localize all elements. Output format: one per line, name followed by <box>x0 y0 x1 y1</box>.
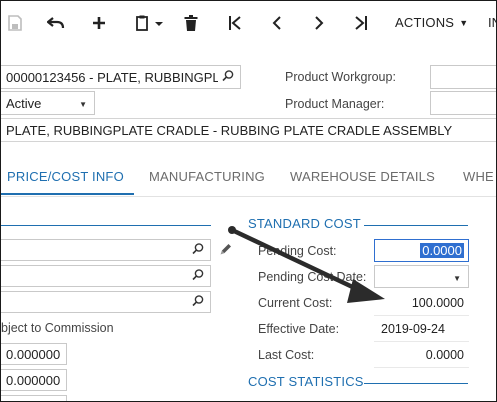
product-workgroup-label: Product Workgroup: <box>285 70 396 84</box>
pending-cost-date-input[interactable]: ▼ <box>374 265 469 288</box>
chevron-down-icon: ▼ <box>79 100 87 109</box>
product-workgroup-field[interactable] <box>430 65 496 89</box>
cost-statistics-title: COST STATISTICS <box>248 374 364 389</box>
toolbar: ACTIONS ▼ IN <box>1 1 496 45</box>
search-icon[interactable] <box>222 70 234 85</box>
effective-date-label: Effective Date: <box>258 322 340 336</box>
numeric-field-1[interactable]: 0.000000 <box>1 343 67 365</box>
inventory-id-field[interactable]: 00000123456 - PLATE, RUBBINGPLATE <box>1 65 241 89</box>
next-menu-partial[interactable]: IN <box>488 15 496 30</box>
search-icon[interactable] <box>192 269 204 284</box>
undo-icon[interactable] <box>45 11 67 35</box>
product-manager-label: Product Manager: <box>285 97 385 111</box>
chevron-down-icon: ▼ <box>459 18 469 28</box>
clipboard-icon[interactable] <box>131 11 167 35</box>
numeric-value-1: 0.000000 <box>6 347 61 362</box>
numeric-value-2: 0.000000 <box>6 373 61 388</box>
save-icon[interactable] <box>5 11 25 35</box>
chevron-down-icon[interactable]: ▼ <box>453 274 461 283</box>
status-value: Active <box>6 96 42 111</box>
left-section-divider <box>1 225 211 226</box>
lookup-field-3[interactable] <box>1 291 211 313</box>
active-tab-indicator <box>1 193 134 195</box>
last-cost-label: Last Cost: <box>258 348 315 362</box>
lookup-field-1[interactable] <box>1 239 211 261</box>
effective-date-value: 2019-09-24 <box>381 322 445 336</box>
tab-price-cost-info[interactable]: PRICE/COST INFO <box>7 169 124 184</box>
status-select[interactable]: Active ▼ <box>1 91 95 115</box>
next-icon[interactable] <box>309 11 329 35</box>
current-cost-value: 100.0000 <box>411 296 464 310</box>
lookup-field-2[interactable] <box>1 265 211 287</box>
pending-cost-value: 0.0000 <box>420 243 464 258</box>
tab-wh-partial[interactable]: WHE <box>463 169 494 184</box>
subject-to-commission-label: bject to Commission <box>1 321 114 335</box>
first-record-icon[interactable] <box>225 11 245 35</box>
previous-icon[interactable] <box>267 11 287 35</box>
app-window: ACTIONS ▼ IN 00000123456 - PLATE, RUBBING… <box>0 0 497 402</box>
tab-warehouse-details[interactable]: WAREHOUSE DETAILS <box>290 169 435 184</box>
tab-bar: PRICE/COST INFO MANUFACTURING WAREHOUSE … <box>1 156 496 197</box>
search-icon[interactable] <box>192 243 204 258</box>
standard-cost-divider <box>364 225 468 226</box>
last-record-icon[interactable] <box>351 11 371 35</box>
effective-date-underline <box>374 341 469 342</box>
description-value: PLATE, RUBBINGPLATE CRADLE - RUBBING PLA… <box>6 123 453 138</box>
product-manager-field[interactable] <box>430 91 496 115</box>
last-cost-underline <box>374 367 469 368</box>
trash-icon[interactable] <box>181 11 201 35</box>
description-field[interactable]: PLATE, RUBBINGPLATE CRADLE - RUBBING PLA… <box>1 118 496 142</box>
numeric-field-2[interactable]: 0.000000 <box>1 369 67 391</box>
search-icon[interactable] <box>192 295 204 310</box>
plus-icon[interactable] <box>89 11 109 35</box>
pending-cost-date-label: Pending Cost Date: <box>258 270 367 284</box>
current-cost-underline <box>374 315 469 316</box>
pencil-icon[interactable] <box>219 242 233 259</box>
pending-cost-input[interactable]: 0.0000 <box>374 239 469 262</box>
cost-statistics-divider <box>364 383 468 384</box>
tab-manufacturing[interactable]: MANUFACTURING <box>149 169 265 184</box>
actions-label: ACTIONS <box>395 15 455 30</box>
inventory-id-value: 00000123456 - PLATE, RUBBINGPLATE <box>6 70 218 85</box>
standard-cost-title: STANDARD COST <box>248 216 361 231</box>
actions-menu-button[interactable]: ACTIONS ▼ <box>395 15 468 30</box>
current-cost-label: Current Cost: <box>258 296 333 310</box>
pending-cost-label: Pending Cost: <box>258 244 337 258</box>
last-cost-value: 0.0000 <box>425 348 464 362</box>
numeric-field-3[interactable] <box>1 395 67 401</box>
